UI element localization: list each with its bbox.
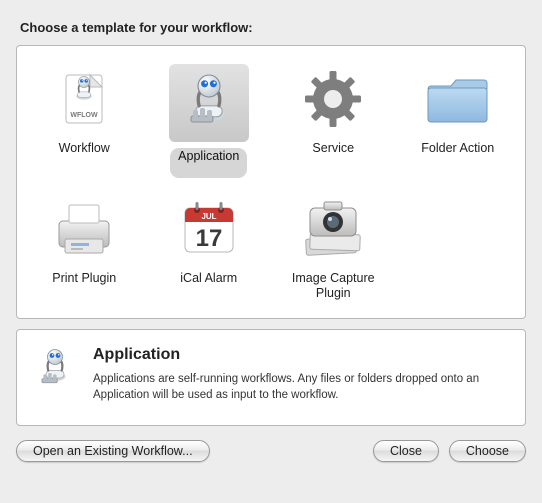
details-icon — [31, 344, 79, 392]
templates-panel: WFLOW Workflow — [16, 45, 526, 319]
details-title: Application — [93, 346, 511, 364]
printer-icon — [49, 194, 119, 264]
template-application[interactable]: Application — [150, 58, 269, 182]
template-print-plugin[interactable]: Print Plugin — [25, 188, 144, 306]
template-label: Folder Action — [413, 140, 502, 170]
open-existing-workflow-button[interactable]: Open an Existing Workflow... — [16, 440, 210, 462]
close-button[interactable]: Close — [373, 440, 439, 462]
details-text: Application Applications are self-runnin… — [93, 344, 511, 403]
template-image-capture-plugin[interactable]: Image Capture Plugin — [274, 188, 393, 306]
calendar-icon: JUL 17 — [174, 194, 244, 264]
svg-text:JUL: JUL — [201, 212, 216, 221]
template-service[interactable]: Service — [274, 58, 393, 182]
templates-grid: WFLOW Workflow — [25, 58, 517, 306]
template-ical-alarm[interactable]: JUL 17 iCal Alarm — [150, 188, 269, 306]
template-label: Application — [170, 148, 247, 178]
application-icon — [169, 64, 249, 142]
template-workflow[interactable]: WFLOW Workflow — [25, 58, 144, 182]
template-label: Print Plugin — [44, 270, 124, 300]
camera-icon — [298, 194, 368, 264]
template-chooser-dialog: Choose a template for your workflow: WFL… — [0, 0, 542, 476]
details-description: Applications are self-running workflows.… — [93, 372, 511, 403]
workflow-icon: WFLOW — [49, 64, 119, 134]
template-label: iCal Alarm — [172, 270, 245, 300]
folder-icon — [423, 64, 493, 134]
choose-button[interactable]: Choose — [449, 440, 526, 462]
template-label: Service — [304, 140, 362, 170]
service-icon — [298, 64, 368, 134]
template-label: Image Capture Plugin — [276, 270, 391, 302]
template-folder-action[interactable]: Folder Action — [399, 58, 518, 182]
svg-text:17: 17 — [195, 225, 222, 252]
button-bar: Open an Existing Workflow... Close Choos… — [16, 440, 526, 462]
svg-text:WFLOW: WFLOW — [71, 112, 99, 119]
heading-text: Choose a template for your workflow: — [20, 20, 522, 35]
template-label: Workflow — [51, 140, 118, 170]
details-panel: Application Applications are self-runnin… — [16, 329, 526, 426]
